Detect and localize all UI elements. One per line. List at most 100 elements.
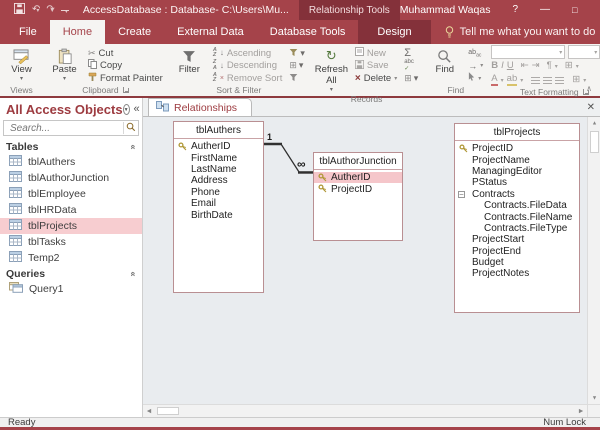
field-row[interactable]: ProjectEnd [455, 246, 579, 257]
field-row[interactable]: ProjectNotes [455, 268, 579, 279]
remove-sort-button[interactable]: AZ×Remove Sort [211, 72, 285, 85]
italic-button[interactable]: I [501, 61, 504, 71]
alternate-row-color-icon[interactable]: ⊞ [572, 75, 580, 85]
align-center-icon[interactable] [543, 77, 552, 84]
table-window-title[interactable]: tblAuthers [174, 122, 263, 139]
table-window-title[interactable]: tblAuthorJunction [314, 153, 402, 170]
nav-item-tbltasks[interactable]: tblTasks [0, 234, 142, 250]
font-color-icon[interactable]: A [491, 74, 497, 86]
undo-icon[interactable]: ↶▾ [32, 5, 39, 15]
field-row[interactable]: AutherID [314, 172, 402, 183]
vertical-scroll-thumb[interactable] [590, 131, 599, 153]
nav-item-tblemployee[interactable]: tblEmployee [0, 186, 142, 202]
table-window-title[interactable]: tblProjects [455, 124, 579, 141]
tab-relationships[interactable]: Relationships [148, 98, 252, 116]
field-row[interactable]: ProjectID [314, 183, 402, 194]
goto-button[interactable]: →▾ [466, 60, 485, 73]
highlight-color-icon[interactable]: ab [507, 74, 518, 86]
field-row[interactable]: FirstName [174, 152, 263, 163]
tab-home[interactable]: Home [50, 20, 105, 44]
decrease-indent-icon[interactable]: ⇤ [521, 61, 529, 71]
font-name-combo[interactable]: ▾ [491, 45, 565, 59]
horizontal-scroll-thumb[interactable] [157, 407, 179, 415]
search-icon[interactable] [126, 119, 136, 137]
user-name[interactable]: Muhammad Waqas [400, 4, 491, 16]
save-record-button[interactable]: Save [353, 60, 399, 73]
field-row[interactable]: BirthDate [174, 209, 263, 220]
tab-external-data[interactable]: External Data [164, 20, 257, 44]
delete-record-button[interactable]: ×Delete▾ [353, 72, 399, 85]
field-row[interactable]: ManagingEditor [455, 166, 579, 177]
field-row[interactable]: Address [174, 175, 263, 186]
ascending-button[interactable]: AZ↓Ascending [211, 47, 285, 60]
view-button[interactable]: View▾ [3, 45, 40, 83]
nav-item-tblauthorjunction[interactable]: tblAuthorJunction [0, 170, 142, 186]
field-row[interactable]: Contracts.FileName [455, 211, 579, 222]
nav-search-box[interactable] [3, 120, 139, 136]
table-window-tblprojects[interactable]: tblProjectsProjectIDProjectNameManagingE… [454, 123, 580, 313]
relationships-canvas[interactable]: 1 ∞ tblAuthersAutherIDFirstNameLastNameA… [143, 117, 587, 404]
qat-customize-icon[interactable]: ▾ [61, 4, 69, 16]
new-record-button[interactable]: New [353, 47, 399, 60]
underline-button[interactable]: U [507, 61, 514, 71]
redo-icon[interactable]: ↷▾ [46, 5, 53, 15]
nav-menu-icon[interactable]: ▼ [123, 104, 130, 115]
nav-item-tblauthers[interactable]: tblAuthers [0, 154, 142, 170]
section-collapse-icon[interactable]: « [128, 144, 138, 149]
field-row[interactable]: ProjectStart [455, 234, 579, 245]
field-row[interactable]: Contracts.FileType [455, 223, 579, 234]
descending-button[interactable]: ZA↓Descending [211, 60, 285, 73]
copy-button[interactable]: Copy [86, 60, 165, 73]
field-row[interactable]: Email [174, 198, 263, 209]
tab-design[interactable]: Design [364, 20, 424, 44]
search-input[interactable] [8, 122, 123, 135]
paste-button[interactable]: Paste▾ [46, 45, 83, 85]
nav-section-header[interactable]: Queries« [0, 266, 142, 281]
field-row[interactable]: LastName [174, 164, 263, 175]
field-row[interactable]: Contracts.FileData [455, 200, 579, 211]
scroll-down-icon[interactable]: ▼ [591, 393, 597, 403]
align-right-icon[interactable] [555, 77, 564, 84]
bold-button[interactable]: B [491, 61, 498, 71]
scroll-left-icon[interactable]: ◀ [144, 408, 154, 414]
increase-indent-icon[interactable]: ⇥ [532, 61, 540, 71]
tab-file[interactable]: File [6, 20, 50, 44]
document-close-icon[interactable]: ✕ [587, 102, 595, 113]
text-direction-icon[interactable]: ¶ [547, 61, 552, 71]
field-row[interactable]: Phone [174, 187, 263, 198]
nav-item-temp2[interactable]: Temp2 [0, 250, 142, 266]
select-button[interactable]: ▾ [466, 72, 485, 85]
minimize-button[interactable]: — [540, 5, 550, 15]
totals-button[interactable]: Σ [402, 47, 420, 60]
find-button[interactable]: Find [426, 45, 463, 85]
section-collapse-icon[interactable]: « [128, 271, 138, 276]
more-records-button[interactable]: ⊞▾ [402, 72, 420, 85]
format-painter-button[interactable]: Format Painter [86, 72, 165, 85]
font-size-combo[interactable]: ▾ [568, 45, 600, 59]
field-row[interactable]: PStatus [455, 177, 579, 188]
maximize-button[interactable]: □ [572, 6, 577, 15]
filter-button[interactable]: Filter [171, 45, 208, 85]
tell-me-box[interactable]: Tell me what you want to do [445, 20, 596, 44]
scroll-right-icon[interactable]: ▶ [576, 408, 586, 414]
save-icon[interactable] [14, 3, 25, 17]
refresh-all-button[interactable]: ↻ Refresh All▾ [313, 45, 350, 94]
table-window-tblauthorjunction[interactable]: tblAuthorJunction AutherIDProjectID [313, 152, 403, 241]
nav-item-query1[interactable]: Query1 [0, 281, 142, 297]
nav-item-tblprojects[interactable]: tblProjects [0, 218, 142, 234]
tab-create[interactable]: Create [105, 20, 164, 44]
table-window-tblauthers[interactable]: tblAuthers AutherIDFirstNameLastNameAddre… [173, 121, 264, 293]
shutter-bar-icon[interactable]: « [134, 104, 140, 115]
help-button[interactable]: ? [512, 5, 518, 15]
collapse-ribbon-icon[interactable]: ∧ [586, 84, 592, 93]
field-row[interactable]: ProjectName [455, 154, 579, 165]
field-row[interactable]: Budget [455, 257, 579, 268]
field-row[interactable]: AutherID [174, 141, 263, 152]
field-row[interactable]: –Contracts [455, 189, 579, 200]
selection-filter-button[interactable]: ▾ [287, 47, 307, 60]
nav-item-tblhrdata[interactable]: tblHRData [0, 202, 142, 218]
horizontal-scrollbar[interactable]: ◀ ▶ [143, 404, 587, 417]
nav-section-header[interactable]: Tables« [0, 139, 142, 154]
advanced-filter-button[interactable]: ⊞▾ [287, 60, 307, 73]
gridlines-icon[interactable]: ⊞ [565, 61, 573, 71]
